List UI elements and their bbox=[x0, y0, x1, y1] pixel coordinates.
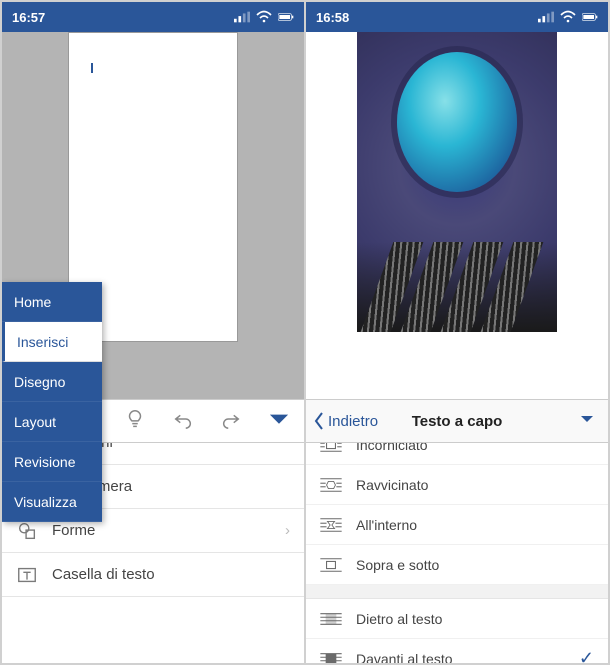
wrap-through-icon bbox=[320, 517, 342, 533]
redo-icon[interactable] bbox=[220, 408, 242, 435]
text-cursor bbox=[91, 63, 93, 73]
wrap-option-label: Davanti al testo bbox=[356, 651, 453, 664]
wrap-option-label: Dietro al testo bbox=[356, 611, 442, 627]
tool-label: Forme bbox=[52, 522, 95, 539]
wrap-front-icon bbox=[320, 651, 342, 664]
wrap-option-label: Incorniciato bbox=[356, 443, 428, 453]
ribbon-tab-home[interactable]: Home bbox=[2, 282, 102, 322]
undo-icon[interactable] bbox=[172, 408, 194, 435]
ribbon-tab-disegno[interactable]: Disegno bbox=[2, 362, 102, 402]
ribbon-tab-visualizza[interactable]: Visualizza bbox=[2, 482, 102, 522]
screen-text-wrap: 16:58 Indietro Testo a capo Incorniciato bbox=[304, 2, 608, 663]
hint-icon[interactable] bbox=[124, 408, 146, 435]
chevron-down-icon[interactable] bbox=[268, 408, 290, 435]
battery-icon bbox=[278, 10, 294, 24]
wrap-option-dietro[interactable]: Dietro al testo bbox=[306, 599, 608, 639]
inserted-image[interactable] bbox=[357, 32, 557, 332]
wrap-option-label: Sopra e sotto bbox=[356, 557, 439, 573]
check-icon: ✓ bbox=[579, 648, 594, 663]
back-button[interactable]: Indietro bbox=[312, 411, 378, 431]
tool-label: Casella di testo bbox=[52, 566, 155, 583]
battery-icon bbox=[582, 10, 598, 24]
ribbon-tab-layout[interactable]: Layout bbox=[2, 402, 102, 442]
status-bar: 16:57 bbox=[2, 2, 304, 32]
shapes-icon bbox=[16, 520, 38, 542]
status-bar: 16:58 bbox=[306, 2, 608, 32]
back-label: Indietro bbox=[328, 413, 378, 430]
status-time: 16:57 bbox=[12, 10, 45, 25]
chevron-right-icon: › bbox=[285, 522, 290, 539]
wrap-square-icon bbox=[320, 443, 342, 453]
ribbon-tab-revisione[interactable]: Revisione bbox=[2, 442, 102, 482]
wrap-option-sopra-sotto[interactable]: Sopra e sotto bbox=[306, 545, 608, 585]
status-time: 16:58 bbox=[316, 10, 349, 25]
wifi-icon bbox=[256, 10, 272, 24]
chevron-left-icon bbox=[312, 411, 326, 431]
wifi-icon bbox=[560, 10, 576, 24]
wrap-topbot-icon bbox=[320, 557, 342, 573]
wrap-option-label: All'interno bbox=[356, 517, 417, 533]
cellular-icon bbox=[234, 10, 250, 24]
wrap-option-label: Ravvicinato bbox=[356, 477, 428, 493]
wrap-options-list: Incorniciato Ravvicinato All'interno Sop… bbox=[306, 443, 608, 663]
wrap-tight-icon bbox=[320, 477, 342, 493]
wrap-option-allinterno[interactable]: All'interno bbox=[306, 505, 608, 545]
ribbon-menu: Home Inserisci Disegno Layout Revisione … bbox=[2, 282, 102, 522]
status-icons bbox=[538, 10, 598, 24]
panel-header: Indietro Testo a capo bbox=[306, 399, 608, 443]
cellular-icon bbox=[538, 10, 554, 24]
chevron-down-icon[interactable] bbox=[578, 410, 596, 433]
wrap-option-incorniciato[interactable]: Incorniciato bbox=[306, 443, 608, 465]
tool-textbox[interactable]: Casella di testo bbox=[2, 553, 304, 597]
status-icons bbox=[234, 10, 294, 24]
textbox-icon bbox=[16, 564, 38, 586]
wrap-option-davanti[interactable]: Davanti al testo ✓ bbox=[306, 639, 608, 663]
ribbon-tab-inserisci[interactable]: Inserisci bbox=[2, 322, 102, 362]
wrap-behind-icon bbox=[320, 611, 342, 627]
list-separator bbox=[306, 585, 608, 599]
screen-ribbon-menu: 16:57 Immagini Fotocamera Forme bbox=[2, 2, 304, 663]
document-canvas[interactable] bbox=[306, 32, 608, 399]
wrap-option-ravvicinato[interactable]: Ravvicinato bbox=[306, 465, 608, 505]
panel-title: Testo a capo bbox=[412, 413, 503, 430]
